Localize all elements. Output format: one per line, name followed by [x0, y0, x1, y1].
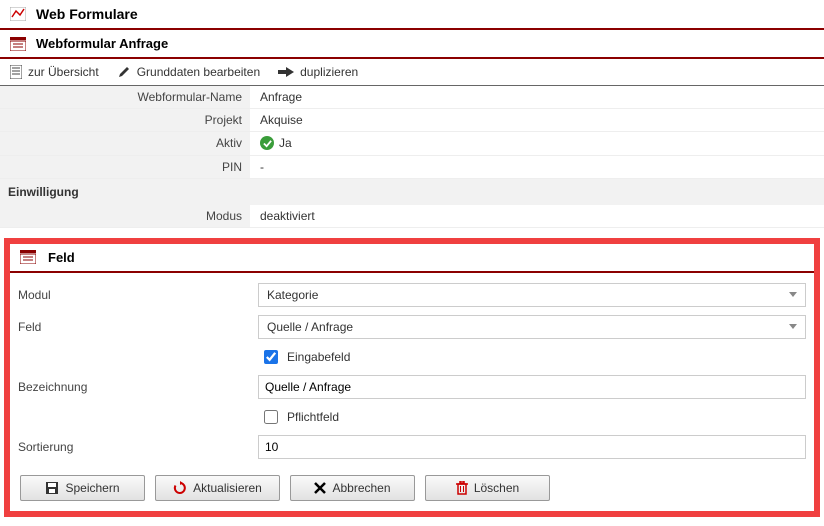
action-bar: zur Übersicht Grunddaten bearbeiten dupl…	[0, 59, 824, 86]
select-modul-value: Kategorie	[267, 288, 318, 302]
refresh-icon	[173, 481, 187, 495]
action-edit-label: Grunddaten bearbeiten	[137, 65, 260, 79]
checkbox-eingabefeld[interactable]	[264, 350, 278, 364]
label-sortierung: Sortierung	[10, 431, 250, 463]
action-overview[interactable]: zur Übersicht	[10, 65, 99, 79]
action-duplicate[interactable]: duplizieren	[278, 65, 358, 79]
label-name: Webformular-Name	[0, 86, 250, 109]
detail-table: Webformular-Name Anfrage Projekt Akquise…	[0, 86, 824, 228]
save-button[interactable]: Speichern	[20, 475, 145, 501]
value-pin: -	[250, 155, 824, 178]
page-title: Web Formulare	[36, 6, 138, 22]
row-modus: Modus deaktiviert	[0, 205, 824, 228]
value-modus: deaktiviert	[250, 205, 824, 228]
module-icon	[10, 7, 26, 21]
checkbox-pflichtfeld-label: Pflichtfeld	[287, 410, 339, 424]
form-icon	[10, 37, 26, 51]
row-name: Webformular-Name Anfrage	[0, 86, 824, 109]
checkbox-eingabefeld-row[interactable]: Eingabefeld	[258, 347, 806, 367]
section-einwilligung: Einwilligung	[0, 178, 824, 205]
cancel-button[interactable]: Abbrechen	[290, 475, 415, 501]
save-button-label: Speichern	[65, 481, 119, 495]
checkbox-eingabefeld-label: Eingabefeld	[287, 350, 350, 364]
input-sortierung[interactable]	[258, 435, 806, 459]
save-icon	[45, 481, 59, 495]
check-circle-icon	[260, 136, 274, 150]
label-modus: Modus	[0, 205, 250, 228]
delete-button-label: Löschen	[474, 481, 519, 495]
row-project: Projekt Akquise	[0, 109, 824, 132]
value-project: Akquise	[250, 109, 824, 132]
row-pin: PIN -	[0, 155, 824, 178]
feld-form: Modul Kategorie Feld Quelle / Anfrage	[10, 279, 814, 463]
label-project: Projekt	[0, 109, 250, 132]
row-active: Aktiv Ja	[0, 132, 824, 156]
select-modul[interactable]: Kategorie	[258, 283, 806, 307]
refresh-button[interactable]: Aktualisieren	[155, 475, 280, 501]
close-icon	[314, 482, 326, 494]
label-modul: Modul	[10, 279, 250, 311]
feld-panel: Feld Modul Kategorie Feld Quelle / Anfra…	[4, 238, 820, 517]
chevron-down-icon	[789, 324, 797, 329]
action-overview-label: zur Übersicht	[28, 65, 99, 79]
action-edit[interactable]: Grunddaten bearbeiten	[117, 65, 260, 79]
cancel-button-label: Abbrechen	[332, 481, 390, 495]
select-feld-value: Quelle / Anfrage	[267, 320, 353, 334]
label-pin: PIN	[0, 155, 250, 178]
label-bezeichnung: Bezeichnung	[10, 371, 250, 403]
value-active-text: Ja	[279, 136, 292, 150]
select-feld[interactable]: Quelle / Anfrage	[258, 315, 806, 339]
action-duplicate-label: duplizieren	[300, 65, 358, 79]
feld-header: Feld	[10, 244, 814, 273]
delete-button[interactable]: Löschen	[425, 475, 550, 501]
form-icon	[20, 250, 36, 264]
chevron-down-icon	[789, 292, 797, 297]
value-name: Anfrage	[250, 86, 824, 109]
label-feld: Feld	[10, 311, 250, 343]
value-active: Ja	[250, 132, 824, 156]
pencil-icon	[117, 65, 131, 79]
checkbox-pflichtfeld-row[interactable]: Pflichtfeld	[258, 407, 806, 427]
trash-icon	[456, 481, 468, 495]
arrow-right-icon	[278, 66, 294, 78]
feld-title: Feld	[48, 250, 75, 265]
button-row: Speichern Aktualisieren Abbrechen Lösche…	[10, 463, 814, 511]
checkbox-pflichtfeld[interactable]	[264, 410, 278, 424]
input-bezeichnung[interactable]	[258, 375, 806, 399]
sub-header: Webformular Anfrage	[0, 30, 824, 59]
sub-title: Webformular Anfrage	[36, 36, 168, 51]
refresh-button-label: Aktualisieren	[193, 481, 262, 495]
label-active: Aktiv	[0, 132, 250, 156]
list-icon	[10, 65, 22, 79]
row-einwilligung-section: Einwilligung	[0, 178, 824, 205]
page-header: Web Formulare	[0, 0, 824, 30]
